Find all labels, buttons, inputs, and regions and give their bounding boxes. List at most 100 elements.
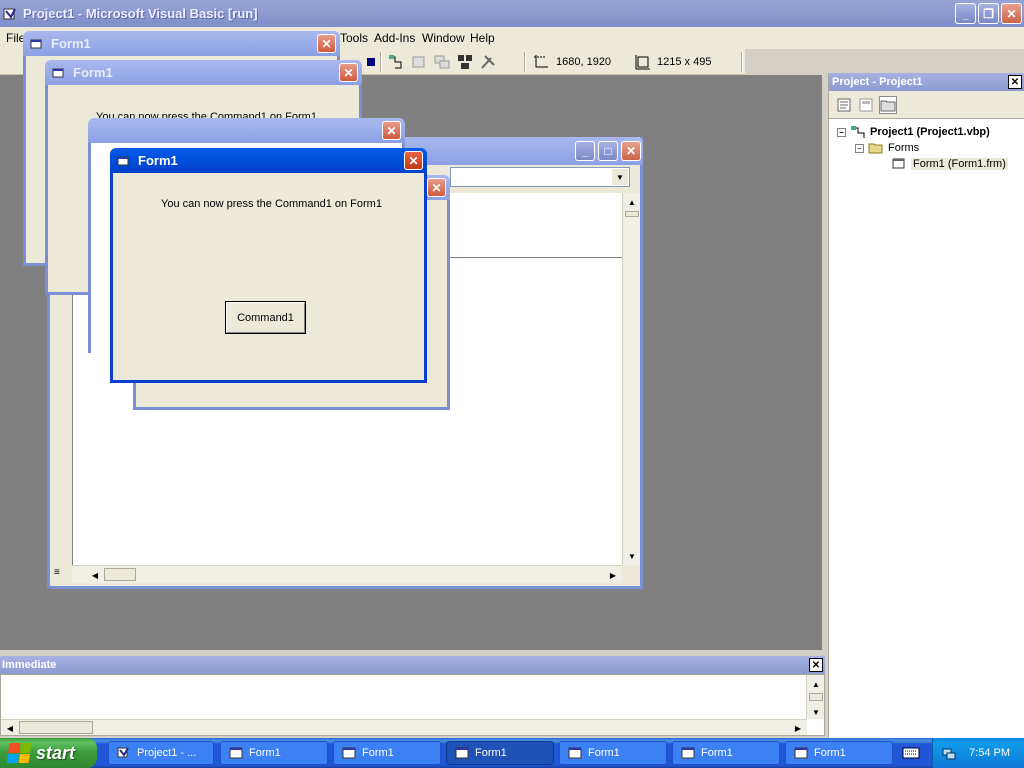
project-root-label: Project1 (Project1.vbp): [870, 126, 990, 138]
folder-icon: [868, 143, 883, 154]
scroll-up-icon[interactable]: ▲: [625, 195, 639, 209]
form-layout-icon[interactable]: [433, 53, 451, 71]
view-object-icon[interactable]: [857, 96, 875, 114]
form1-window-active[interactable]: Form1 ✕ You can now press the Command1 o…: [110, 148, 427, 383]
form-icon: [30, 39, 42, 48]
position-icon: [532, 53, 550, 71]
main-title-bar[interactable]: Project1 - Microsoft Visual Basic [run] …: [0, 0, 1024, 27]
scroll-thumb[interactable]: [104, 568, 136, 581]
scroll-down-icon[interactable]: ▼: [809, 705, 823, 719]
close-icon[interactable]: ✕: [382, 121, 401, 140]
scroll-left-icon[interactable]: ◀: [88, 568, 102, 582]
scroll-right-icon[interactable]: ▶: [606, 568, 620, 582]
immediate-vscrollbar[interactable]: ▲ ▼: [806, 675, 824, 719]
system-tray: 7:54 PM: [932, 738, 1024, 768]
close-icon[interactable]: ✕: [1001, 3, 1022, 24]
procedure-combo[interactable]: ▼: [450, 167, 630, 187]
form-title: Form1: [138, 153, 178, 168]
start-button[interactable]: start: [0, 738, 97, 768]
form-icon: [568, 747, 582, 759]
object-browser-icon[interactable]: [456, 53, 474, 71]
toggle-folders-icon[interactable]: [879, 95, 897, 114]
form-message: You can now press the Command1 on Form1: [161, 198, 382, 210]
vb-project-icon: [117, 747, 129, 758]
restore-icon[interactable]: ❐: [978, 3, 999, 24]
scroll-thumb[interactable]: [809, 693, 823, 701]
forms-folder-label: Forms: [888, 142, 920, 154]
close-icon[interactable]: ✕: [809, 658, 823, 672]
tree-item-project[interactable]: − Project1 (Project1.vbp): [837, 125, 990, 139]
tree-item-forms[interactable]: − Forms: [855, 141, 919, 155]
task-form1[interactable]: Form1: [785, 741, 893, 765]
windows-logo-icon: [6, 743, 32, 763]
form-icon: [342, 747, 356, 759]
task-form1[interactable]: Form1: [220, 741, 328, 765]
form-icon: [117, 156, 129, 165]
chevron-down-icon[interactable]: ▼: [612, 169, 628, 185]
code-hscrollbar[interactable]: ◀ ▶: [72, 565, 622, 583]
form-icon: [52, 68, 64, 77]
project-explorer-icon[interactable]: [387, 53, 405, 71]
form1-title-bar[interactable]: Form1 ✕: [23, 31, 340, 56]
code-vscrollbar[interactable]: ▲ ▼: [622, 193, 640, 565]
task-project1[interactable]: Project1 - ...: [108, 741, 214, 765]
task-label: Form1: [588, 747, 620, 759]
task-form1[interactable]: Form1: [672, 741, 780, 765]
project-panel-toolbar: [829, 91, 1024, 119]
close-icon[interactable]: ✕: [339, 63, 358, 82]
toolbox-icon[interactable]: [479, 53, 497, 71]
scroll-left-icon[interactable]: ◀: [3, 721, 17, 735]
scroll-down-icon[interactable]: ▼: [625, 549, 639, 563]
start-label: start: [36, 742, 76, 763]
clock[interactable]: 7:54 PM: [969, 747, 1010, 759]
immediate-window[interactable]: ▲ ▼ ◀ ▶: [0, 674, 825, 736]
project-explorer-panel: Project - Project1 ✕ − Project1 (Project…: [828, 73, 1024, 738]
form1-title-bar[interactable]: ✕: [88, 118, 405, 143]
keyboard-icon[interactable]: [902, 746, 920, 760]
task-label: Form1: [701, 747, 733, 759]
task-label: Form1: [475, 747, 507, 759]
minimize-icon[interactable]: _: [575, 141, 595, 161]
close-icon[interactable]: ✕: [621, 141, 641, 161]
close-icon[interactable]: ✕: [1008, 75, 1022, 89]
task-label: Form1: [249, 747, 281, 759]
task-form1-active[interactable]: Form1: [446, 741, 554, 765]
properties-icon[interactable]: [410, 53, 428, 71]
menu-window[interactable]: Window: [422, 31, 465, 45]
immediate-title: Immediate: [2, 659, 57, 671]
task-form1[interactable]: Form1: [559, 741, 667, 765]
form-icon: [892, 158, 905, 169]
minimize-icon[interactable]: _: [955, 3, 976, 24]
project-panel-title-text: Project - Project1: [832, 76, 923, 88]
close-icon[interactable]: ✕: [427, 178, 446, 197]
form-title: Form1: [73, 65, 113, 80]
scroll-thumb[interactable]: [625, 211, 639, 217]
menu-addins[interactable]: Add-Ins: [374, 31, 415, 45]
command1-button[interactable]: Command1: [225, 301, 306, 334]
taskbar: start Project1 - ... Form1 Form1 Form1 F…: [0, 738, 1024, 768]
tree-item-form1[interactable]: Form1 (Form1.frm): [891, 157, 1008, 171]
stop-icon[interactable]: [362, 53, 380, 71]
collapse-icon[interactable]: −: [837, 127, 846, 137]
close-icon[interactable]: ✕: [317, 34, 336, 53]
maximize-icon[interactable]: □: [598, 141, 618, 161]
immediate-hscrollbar[interactable]: ◀ ▶: [1, 719, 807, 735]
collapse-icon[interactable]: −: [855, 143, 864, 153]
close-icon[interactable]: ✕: [404, 151, 423, 170]
network-icon[interactable]: [941, 745, 957, 761]
form1-item-label: Form1 (Form1.frm): [911, 158, 1008, 170]
menu-tools[interactable]: Tools: [340, 31, 368, 45]
size-readout: 1215 x 495: [657, 56, 712, 68]
scroll-thumb[interactable]: [19, 721, 93, 734]
menu-help[interactable]: Help: [470, 31, 495, 45]
scroll-up-icon[interactable]: ▲: [809, 677, 823, 691]
form-icon: [455, 747, 469, 759]
task-form1[interactable]: Form1: [333, 741, 441, 765]
form1-title-bar[interactable]: Form1 ✕: [110, 148, 427, 173]
form-title: Form1: [51, 36, 91, 51]
view-code-icon[interactable]: [835, 96, 853, 114]
scroll-right-icon[interactable]: ▶: [791, 721, 805, 735]
form1-title-bar[interactable]: Form1 ✕: [45, 60, 362, 85]
procedure-view-icon[interactable]: ≡: [54, 567, 68, 581]
app-title: Project1 - Microsoft Visual Basic [run]: [23, 6, 258, 21]
